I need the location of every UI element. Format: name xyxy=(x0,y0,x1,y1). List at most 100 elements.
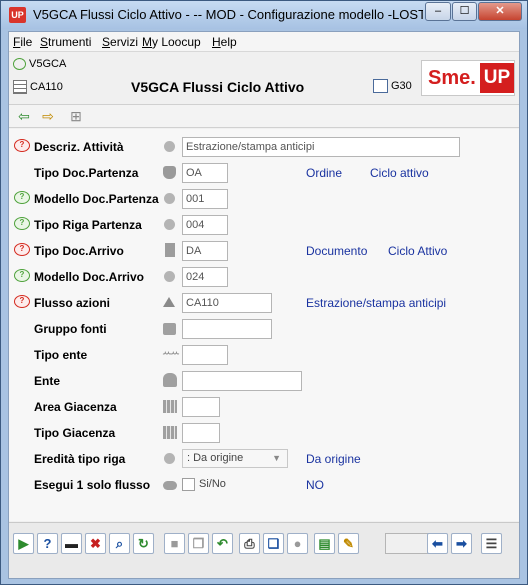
people-icon: ꕀꕀ xyxy=(162,347,180,359)
menu-servizi[interactable]: Servizi xyxy=(102,35,138,49)
refresh-button[interactable]: ↻ xyxy=(133,533,154,554)
field-description: Documento xyxy=(306,244,368,258)
console-button[interactable]: ▬ xyxy=(61,533,82,554)
circle-icon xyxy=(164,453,175,464)
field-description: Ordine xyxy=(306,166,343,180)
field-label: Descriz. Attività xyxy=(34,140,124,154)
field-label: Area Giacenza xyxy=(34,400,117,414)
folder-icon xyxy=(163,323,176,335)
help-button[interactable]: ? xyxy=(37,533,58,554)
prev-button[interactable]: ⬅ xyxy=(427,533,448,554)
shield-icon xyxy=(163,166,176,179)
area-giacenza-field[interactable] xyxy=(182,397,220,417)
menu-bar: File Strumenti Servizi My Loocup Help xyxy=(9,32,519,52)
help-bubble-icon[interactable]: ? xyxy=(14,295,30,308)
ente-field[interactable] xyxy=(182,371,302,391)
smeup-logo: Sme. UP xyxy=(421,60,515,96)
tree-icon[interactable]: ⊞ xyxy=(67,108,85,125)
form-row-esegui-flusso: Esegui 1 solo flusso Si/No NO xyxy=(9,473,519,499)
search-button[interactable]: ⌕ xyxy=(109,533,130,554)
window-title: V5GCA Flussi Ciclo Attivo - -- MOD - Con… xyxy=(33,7,423,22)
copy-button[interactable]: ❐ xyxy=(188,533,209,554)
form-panel: ? Descriz. Attività Estrazione/stampa an… xyxy=(9,129,519,521)
delete-button[interactable]: ✖ xyxy=(85,533,106,554)
help-bubble-icon[interactable]: ? xyxy=(14,269,30,282)
stop-button[interactable]: ● xyxy=(287,533,308,554)
flusso-azioni-field[interactable]: CA110 xyxy=(182,293,272,313)
app-icon: UP xyxy=(9,7,26,23)
circle-icon xyxy=(164,271,175,282)
form-row-tipo-ente: Tipo ente ꕀꕀ xyxy=(9,343,519,369)
circle-icon xyxy=(164,193,175,204)
print-button[interactable]: ⎙ xyxy=(239,533,260,554)
top-toolbar: ⇦ ⇨ ⊞ xyxy=(9,104,519,128)
pages-button[interactable]: ❏ xyxy=(263,533,284,554)
menu-help[interactable]: Help xyxy=(212,35,237,49)
g30-indicator[interactable]: G30 xyxy=(373,79,412,93)
menu-strumenti[interactable]: Strumenti xyxy=(40,35,91,49)
form-row-descrizione: ? Descriz. Attività Estrazione/stampa an… xyxy=(9,135,519,161)
gruppo-fonti-field[interactable] xyxy=(182,319,272,339)
field-description-2: Ciclo attivo xyxy=(370,166,429,180)
help-bubble-icon[interactable]: ? xyxy=(14,243,30,256)
tipo-ente-field[interactable] xyxy=(182,345,228,365)
help-bubble-icon[interactable] xyxy=(13,58,26,71)
tipo-doc-partenza-field[interactable]: OA xyxy=(182,163,228,183)
grid-icon xyxy=(163,400,177,413)
title-bar[interactable]: UP V5GCA Flussi Ciclo Attivo - -- MOD - … xyxy=(1,1,527,29)
circle-icon xyxy=(164,141,175,152)
person-icon xyxy=(163,373,177,387)
magic-button[interactable]: ✎ xyxy=(338,533,359,554)
logo-badge: UP xyxy=(480,63,514,93)
enter-icon[interactable]: ⇨ xyxy=(39,108,57,125)
form-row-tipo-giacenza: Tipo Giacenza xyxy=(9,421,519,447)
edit-note-icon xyxy=(373,79,388,93)
field-label: Ente xyxy=(34,374,61,388)
help-bubble-icon[interactable]: ? xyxy=(14,191,30,204)
tipo-riga-partenza-field[interactable]: 004 xyxy=(182,215,228,235)
exit-icon[interactable]: ⇦ xyxy=(15,108,33,125)
help-bubble-icon[interactable]: ? xyxy=(14,139,30,152)
form-row-modello-doc-arrivo: ? Modello Doc.Arrivo 024 xyxy=(9,265,519,291)
circle-icon xyxy=(164,219,175,230)
field-label: Tipo Doc.Partenza xyxy=(34,166,139,180)
field-label: Eredità tipo riga xyxy=(34,452,126,466)
field-description-2: Ciclo Attivo xyxy=(388,244,448,258)
maximize-button[interactable]: ☐ xyxy=(452,2,477,21)
next-button[interactable]: ➡ xyxy=(451,533,472,554)
modello-doc-arrivo-field[interactable]: 024 xyxy=(182,267,228,287)
menu-my-loocup[interactable]: My Loocup xyxy=(142,35,201,49)
undo-button[interactable]: ↶ xyxy=(212,533,233,554)
field-label: Tipo Giacenza xyxy=(34,426,116,440)
form-row-tipo-riga-partenza: ? Tipo Riga Partenza 004 xyxy=(9,213,519,239)
menu-file[interactable]: File xyxy=(13,35,32,49)
descrizione-field[interactable]: Estrazione/stampa anticipi xyxy=(182,137,460,157)
tipo-giacenza-field[interactable] xyxy=(182,423,220,443)
page-title: V5GCA Flussi Ciclo Attivo xyxy=(131,79,305,95)
tipo-doc-arrivo-field[interactable]: DA xyxy=(182,241,228,261)
table-icon xyxy=(13,80,27,94)
field-label: Tipo Doc.Arrivo xyxy=(34,244,124,258)
export-button[interactable]: ▤ xyxy=(314,533,335,554)
header-code1: V5GCA xyxy=(29,58,67,70)
toggle-icon xyxy=(163,481,177,490)
field-description: NO xyxy=(306,478,324,492)
modello-doc-partenza-field[interactable]: 001 xyxy=(182,189,228,209)
form-header: V5GCA CA110 V5GCA Flussi Ciclo Attivo G3… xyxy=(9,53,519,103)
field-label: Tipo Riga Partenza xyxy=(34,218,142,232)
logo-text: Sme. xyxy=(428,67,476,89)
select-value: : Da origine xyxy=(187,452,244,464)
g30-label: G30 xyxy=(391,79,412,92)
play-button[interactable]: ▶ xyxy=(13,533,34,554)
close-button[interactable]: ✕ xyxy=(478,2,522,21)
field-label: Flusso azioni xyxy=(34,296,111,310)
minimize-button[interactable]: – xyxy=(425,2,451,21)
save-button[interactable]: ■ xyxy=(164,533,185,554)
help-bubble-icon[interactable]: ? xyxy=(14,217,30,230)
blank-button[interactable] xyxy=(385,533,431,554)
esegui-flusso-checkbox[interactable] xyxy=(182,478,195,491)
eredita-tipo-riga-select[interactable]: : Da origine ▼ xyxy=(182,449,288,468)
chevron-down-icon: ▼ xyxy=(272,453,281,463)
field-label: Gruppo fonti xyxy=(34,322,107,336)
list-button[interactable]: ☰ xyxy=(481,533,502,554)
